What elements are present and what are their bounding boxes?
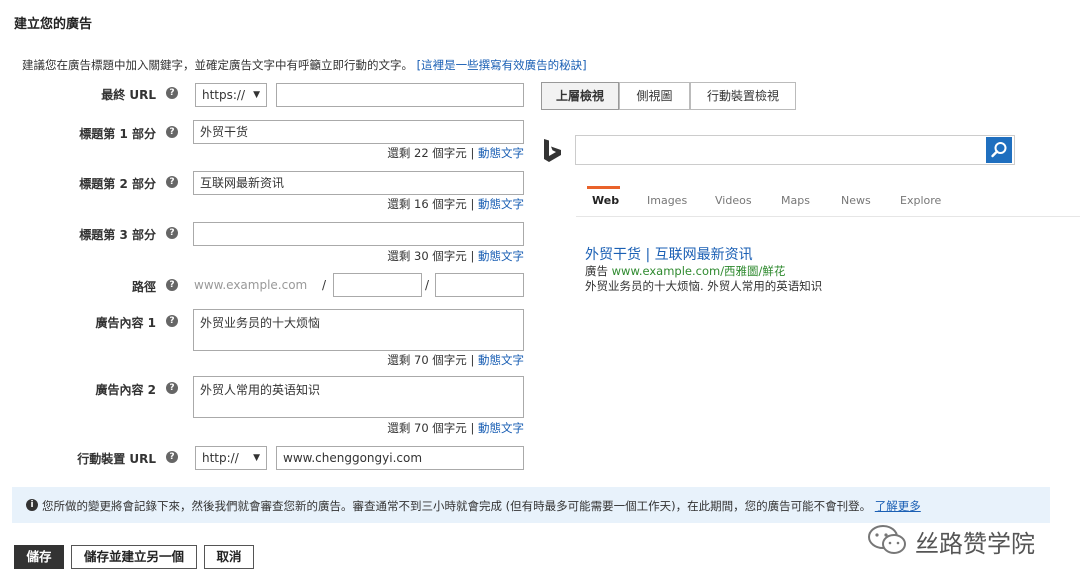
save-button[interactable]: 儲存 [14,545,64,569]
help-icon[interactable]: ? [166,451,178,463]
mobile-url-protocol-select[interactable]: http:// ▼ [195,446,267,470]
mobile-url-input[interactable]: www.chenggongyi.com [276,446,524,470]
cancel-button[interactable]: 取消 [204,545,254,569]
desc2-label: 廣告內容 2 [95,383,156,397]
headline3-dynamic-text-link[interactable]: 動態文字 [478,249,524,263]
headline3-remaining: 還剩 30 個字元 [387,249,467,263]
bing-logo-icon [544,139,561,162]
search-tab-news: News [841,194,871,207]
headline2-label: 標題第 2 部分 [79,177,156,191]
search-tab-maps: Maps [781,194,810,207]
search-tab-explore: Explore [900,194,942,207]
final-url-protocol-value: https:// [202,88,246,102]
desc2-remaining: 還剩 70 個字元 [387,421,467,435]
help-icon[interactable]: ? [166,382,178,394]
help-icon[interactable]: ? [166,227,178,239]
page-title: 建立您的廣告 [14,17,93,32]
desc1-label: 廣告內容 1 [95,316,156,330]
final-url-input[interactable] [276,83,524,107]
learn-more-link[interactable]: 了解更多 [875,499,921,513]
tab-side-view[interactable]: 側視圖 [619,82,690,110]
help-icon[interactable]: ? [166,87,178,99]
path-slash-1: / [322,278,327,292]
separator: | [470,249,475,263]
ad-preview-url: www.example.com/西雅圖/鮮花 [611,264,786,278]
headline1-counter: 還剩 22 個字元 | 動態文字 [330,145,524,161]
ad-badge: 廣告 [585,264,608,278]
separator: | [470,146,475,160]
mobile-url-label: 行動裝置 URL [77,452,156,466]
ad-tips-link[interactable]: [這裡是一些撰寫有效廣告的秘訣] [417,58,587,72]
headline3-counter: 還剩 30 個字元 | 動態文字 [330,248,524,264]
separator: | [470,353,475,367]
desc1-remaining: 還剩 70 個字元 [387,353,467,367]
headline2-remaining: 還剩 16 個字元 [387,197,467,211]
bing-search-box [575,135,1015,165]
chevron-down-icon: ▼ [253,90,260,100]
search-tab-web: Web [592,194,620,207]
ad-preview-description: 外贸业务员的十大烦恼. 外贸人常用的英语知识 [585,279,823,293]
path-label: 路徑 [131,280,156,294]
final-url-protocol-select[interactable]: https:// ▼ [195,83,267,107]
path-slash-2: / [425,278,430,292]
help-icon[interactable]: ? [166,176,178,188]
intro-text: 建議您在廣告標題中加入關鍵字，並確定廣告文字中有呼籲立即行動的文字。 [這裡是一… [22,57,587,73]
review-notice-text: 您所做的變更將會記錄下來，然後我們就會審查您新的廣告。審查通常不到三小時就會完成… [42,498,921,514]
tab-top-view[interactable]: 上層檢視 [541,82,619,110]
search-button [986,137,1012,163]
headline2-input[interactable]: 互联网最新资讯 [193,171,524,195]
chevron-down-icon: ▼ [253,453,260,463]
headline1-dynamic-text-link[interactable]: 動態文字 [478,146,524,160]
separator: | [470,421,475,435]
desc2-textarea[interactable]: 外贸人常用的英语知识 [193,376,524,418]
headline1-input[interactable]: 外贸干货 [193,120,524,144]
ad-preview-title: 外贸干货 | 互联网最新资讯 [585,247,753,263]
wechat-icon [868,525,906,554]
watermark-text: 丝路赞学院 [915,530,1035,558]
mobile-url-protocol-value: http:// [202,451,239,465]
headline2-counter: 還剩 16 個字元 | 動態文字 [330,196,524,212]
help-icon[interactable]: ? [166,315,178,327]
headline1-label: 標題第 1 部分 [79,127,156,141]
headline3-input[interactable] [193,222,524,246]
desc1-counter: 還剩 70 個字元 | 動態文字 [330,352,524,368]
active-tab-indicator [587,186,620,189]
info-icon: i [26,499,38,511]
headline3-label: 標題第 3 部分 [79,228,156,242]
help-icon[interactable]: ? [166,279,178,291]
headline1-remaining: 還剩 22 個字元 [387,146,467,160]
save-and-create-another-button[interactable]: 儲存並建立另一個 [71,545,197,569]
search-tabs-divider [576,216,1080,217]
desc1-dynamic-text-link[interactable]: 動態文字 [478,353,524,367]
desc1-textarea[interactable]: 外贸业务员的十大烦恼 [193,309,524,351]
search-icon [991,142,1007,158]
intro-message: 建議您在廣告標題中加入關鍵字，並確定廣告文字中有呼籲立即行動的文字。 [22,58,413,72]
path-domain: www.example.com [194,278,308,292]
separator: | [470,197,475,211]
desc2-counter: 還剩 70 個字元 | 動態文字 [330,420,524,436]
final-url-label: 最終 URL [101,88,156,102]
tab-mobile-view[interactable]: 行動裝置檢視 [690,82,796,110]
path2-input[interactable] [435,273,524,297]
help-icon[interactable]: ? [166,126,178,138]
desc2-dynamic-text-link[interactable]: 動態文字 [478,421,524,435]
search-tab-videos: Videos [715,194,752,207]
review-notice-message: 您所做的變更將會記錄下來，然後我們就會審查您新的廣告。審查通常不到三小時就會完成… [42,499,872,513]
path1-input[interactable] [333,273,422,297]
headline2-dynamic-text-link[interactable]: 動態文字 [478,197,524,211]
ad-preview-url-line: 廣告 www.example.com/西雅圖/鮮花 [585,263,785,279]
search-tab-images: Images [647,194,688,207]
